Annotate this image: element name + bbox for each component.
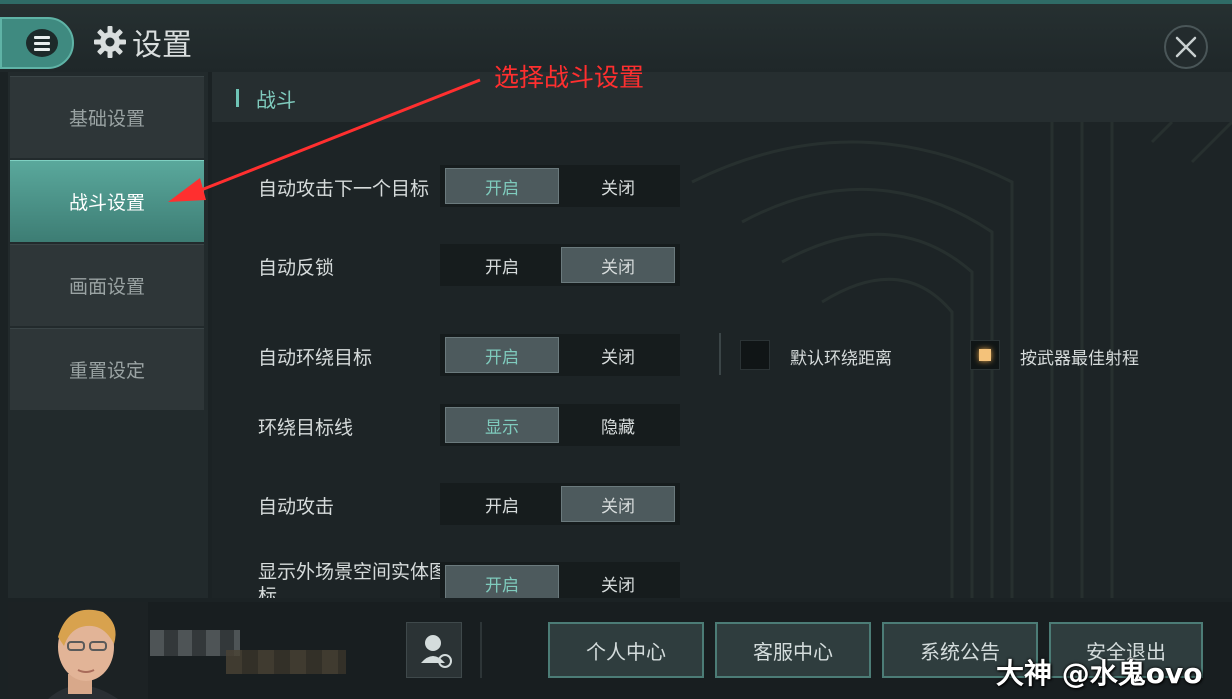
page-title-group: 设置	[92, 22, 192, 63]
sidebar-item-graphics[interactable]: 画面设置	[10, 244, 204, 326]
section-title: 战斗	[256, 88, 296, 112]
toggle-option-on[interactable]: 开启	[445, 486, 559, 522]
setting-label: 自动环绕目标	[258, 347, 373, 369]
sidebar-item-combat[interactable]: 战斗设置	[10, 160, 204, 242]
menu-button[interactable]	[0, 17, 74, 69]
toggle-option-off[interactable]: 关闭	[561, 565, 675, 598]
player-info-redacted	[226, 650, 346, 674]
settings-sidebar: 基础设置 战斗设置 画面设置 重置设定	[8, 72, 208, 598]
toggle-option-on[interactable]: 开启	[445, 247, 559, 283]
divider	[480, 622, 482, 678]
toggle-auto-counter-lock: 开启 关闭	[440, 244, 680, 286]
user-switch-icon	[421, 635, 452, 668]
sidebar-item-label: 重置设定	[68, 360, 145, 382]
toggle-option-off[interactable]: 关闭	[561, 486, 675, 522]
annotation-text: 选择战斗设置	[494, 63, 645, 92]
toggle-option-on[interactable]: 开启	[445, 565, 559, 598]
button-label: 客服中心	[753, 639, 833, 664]
personal-center-button[interactable]: 个人中心	[548, 622, 704, 678]
toggle-auto-attack-next: 开启 关闭	[440, 165, 680, 207]
sidebar-item-label: 战斗设置	[68, 192, 145, 214]
toggle-option-show[interactable]: 显示	[445, 407, 559, 443]
close-icon	[1175, 36, 1197, 58]
background-decoration	[691, 122, 1232, 598]
page-title: 设置	[132, 28, 192, 63]
sidebar-item-basic[interactable]: 基础设置	[10, 76, 204, 158]
toggle-option-off[interactable]: 关闭	[561, 337, 675, 373]
section-header: 战斗	[212, 72, 1232, 122]
toggle-auto-attack: 开启 关闭	[440, 483, 680, 525]
sidebar-item-reset[interactable]: 重置设定	[10, 328, 204, 410]
toggle-option-off[interactable]: 关闭	[561, 168, 675, 204]
watermark: 大神 @水鬼ovo	[996, 657, 1203, 690]
checkbox-label: 默认环绕距离	[790, 349, 892, 369]
toggle-option-on[interactable]: 开启	[445, 337, 559, 373]
menu-icon	[26, 29, 58, 57]
toggle-option-hide[interactable]: 隐藏	[561, 407, 675, 443]
avatar[interactable]	[8, 602, 148, 699]
setting-label: 自动攻击下一个目标	[258, 178, 430, 200]
setting-label: 自动反锁	[258, 257, 335, 279]
section-marker	[236, 89, 239, 107]
button-label: 个人中心	[586, 639, 666, 664]
checkbox-label: 按武器最佳射程	[1020, 349, 1139, 369]
divider	[719, 333, 721, 375]
setting-label: 自动攻击	[258, 496, 335, 518]
avatar-portrait	[8, 602, 148, 699]
button-label: 系统公告	[920, 639, 1000, 664]
customer-service-button[interactable]: 客服中心	[715, 622, 871, 678]
sidebar-item-label: 画面设置	[68, 276, 145, 298]
toggle-show-space-entity-icons: 开启 关闭	[440, 562, 680, 598]
gear-icon	[94, 26, 126, 58]
setting-label: 环绕目标线	[258, 417, 354, 439]
toggle-option-on[interactable]: 开启	[445, 168, 559, 204]
weapon-optimal-range-checkbox[interactable]	[970, 340, 1000, 370]
toggle-option-off[interactable]: 关闭	[561, 247, 675, 283]
default-orbit-distance-checkbox[interactable]	[740, 340, 770, 370]
toggle-orbit-line: 显示 隐藏	[440, 404, 680, 446]
switch-character-button[interactable]	[406, 622, 462, 678]
toggle-auto-orbit: 开启 关闭	[440, 334, 680, 376]
sidebar-item-label: 基础设置	[68, 108, 145, 130]
setting-label: 显示外场景空间实体图标	[258, 561, 449, 598]
close-button[interactable]	[1164, 25, 1208, 69]
combat-settings-panel: 战斗 自动攻击下一个目标 开启 关闭 自动反锁 开启 关闭 自动环绕目标 开启 …	[212, 72, 1232, 598]
